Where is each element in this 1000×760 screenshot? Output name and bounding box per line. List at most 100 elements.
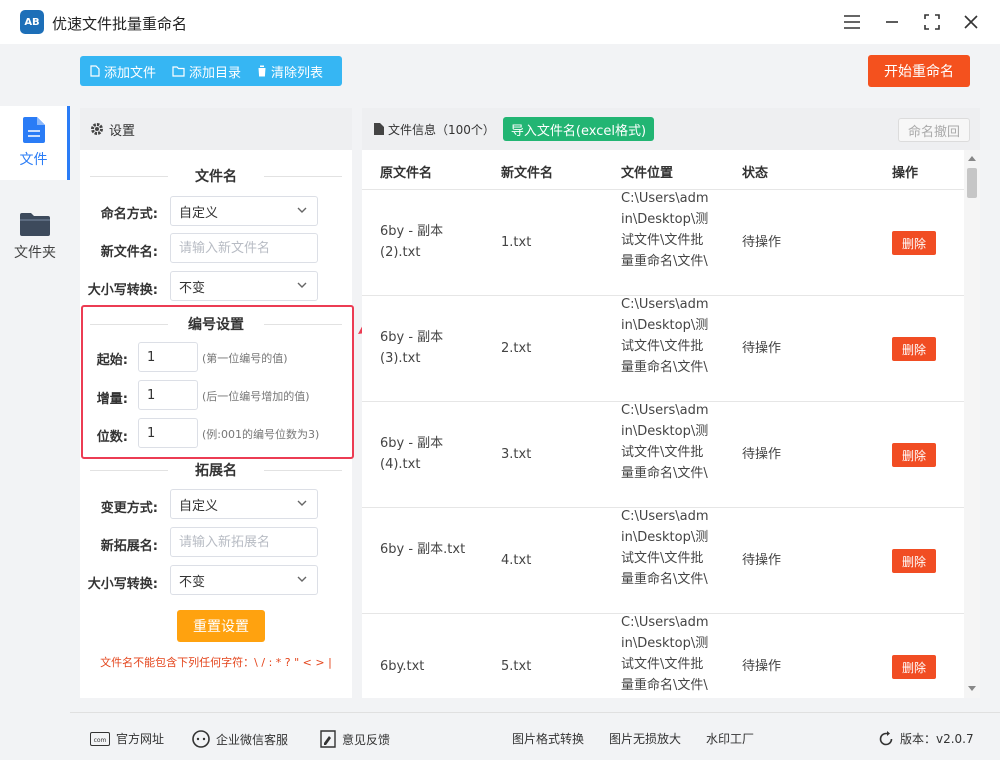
file-icon: [22, 117, 45, 143]
delete-button[interactable]: 删除: [892, 443, 936, 467]
image-lossless-enlarge-link[interactable]: 图片无损放大: [609, 730, 681, 747]
new-filename-label: 新文件名:: [100, 245, 158, 260]
file-add-icon: [90, 65, 100, 77]
start-rename-button[interactable]: 开始重命名: [868, 55, 970, 87]
nav-item-file[interactable]: 文件: [0, 106, 70, 180]
cell-location: C:\Users\admin\Desktop\测试文件\文件批量重命名\文件\: [621, 509, 709, 587]
footer: com 官方网址 企业微信客服 意见反馈 图片格式转换 图片无损放大 水印工厂 …: [70, 712, 1000, 760]
table-row: 6by.txt 5.txt C:\Users\admin\Desktop\测试文…: [362, 614, 964, 698]
image-format-convert-link[interactable]: 图片格式转换: [512, 730, 584, 747]
add-file-button[interactable]: 添加文件: [90, 62, 156, 81]
table-row: 6by - 副本 (4).txt 3.txt C:\Users\admin\De…: [362, 402, 964, 508]
delete-button[interactable]: 删除: [892, 231, 936, 255]
feedback-link[interactable]: 意见反馈: [320, 730, 390, 748]
reset-settings-button[interactable]: 重置设置: [177, 610, 265, 642]
table-row: 6by - 副本.txt 4.txt C:\Users\admin\Deskto…: [362, 508, 964, 614]
col-action: 操作: [892, 166, 919, 181]
scroll-thumb[interactable]: [967, 168, 977, 198]
official-website-link[interactable]: com 官方网址: [90, 730, 164, 747]
title-bar: AB 优速文件批量重命名: [0, 0, 1000, 44]
scroll-up-arrow[interactable]: [968, 156, 976, 161]
numbering-highlight-box: [81, 305, 354, 459]
chevron-down-icon: [297, 282, 307, 288]
file-list-header: 文件信息（100个） 导入文件名(excel格式) 命名撤回: [362, 108, 980, 150]
cell-new-name: 3.txt: [501, 447, 532, 462]
file-info-label: 文件信息（100个）: [388, 122, 495, 137]
minimize-icon[interactable]: [880, 10, 904, 34]
cell-status: 待操作: [742, 659, 782, 674]
cell-status: 待操作: [742, 553, 782, 568]
cell-status: 待操作: [742, 447, 782, 462]
new-filename-input[interactable]: [170, 233, 318, 263]
maximize-icon[interactable]: [920, 10, 944, 34]
file-list-panel: 文件信息（100个） 导入文件名(excel格式) 命名撤回 原文件名 新文件名…: [362, 108, 980, 698]
delete-button[interactable]: 删除: [892, 655, 936, 679]
trash-icon: [257, 65, 268, 77]
delete-button[interactable]: 删除: [892, 549, 936, 573]
filename-section-title: 文件名: [80, 166, 352, 186]
filename-case-select[interactable]: 不变: [170, 271, 318, 301]
settings-header: 设置: [80, 108, 352, 150]
gear-icon: [91, 123, 103, 135]
cell-new-name: 1.txt: [501, 235, 532, 250]
col-original-name: 原文件名: [380, 166, 433, 181]
chat-icon: [192, 730, 210, 748]
extension-case-select[interactable]: 不变: [170, 565, 318, 595]
folder-icon: [20, 213, 50, 236]
nav-item-folder[interactable]: 文件夹: [0, 200, 70, 274]
cell-location: C:\Users\admin\Desktop\测试文件\文件批量重命名\文件\: [621, 403, 709, 481]
toolbar: 添加文件 添加目录 清除列表: [80, 56, 342, 86]
naming-mode-select[interactable]: 自定义: [170, 196, 318, 226]
cell-original-name: 6by.txt: [380, 659, 425, 674]
cell-status: 待操作: [742, 235, 782, 250]
extension-mode-label: 变更方式:: [100, 501, 158, 516]
refresh-icon: [879, 730, 893, 745]
extension-mode-select[interactable]: 自定义: [170, 489, 318, 519]
app-logo: AB: [20, 10, 44, 34]
app-title: 优速文件批量重命名: [52, 15, 188, 33]
col-new-name: 新文件名: [501, 166, 554, 181]
new-extension-label: 新拓展名:: [100, 539, 158, 554]
menu-icon[interactable]: [840, 10, 864, 34]
clear-list-button[interactable]: 清除列表: [257, 62, 323, 81]
delete-button[interactable]: 删除: [892, 337, 936, 361]
close-icon[interactable]: [959, 10, 983, 34]
cell-status: 待操作: [742, 341, 782, 356]
invalid-chars-warning: 文件名不能包含下列任何字符：\ / : * ? " < > |: [100, 656, 332, 669]
chevron-down-icon: [297, 207, 307, 213]
col-location: 文件位置: [621, 166, 674, 181]
folder-add-icon: [172, 65, 185, 77]
cell-location: C:\Users\admin\Desktop\测试文件\文件批量重命名\文件\: [621, 191, 709, 269]
add-directory-button[interactable]: 添加目录: [172, 62, 241, 81]
extension-case-label: 大小写转换:: [87, 577, 158, 592]
chevron-down-icon: [297, 500, 307, 506]
table-header: 原文件名 新文件名 文件位置 状态 操作: [362, 150, 964, 190]
vertical-scrollbar[interactable]: [964, 150, 980, 698]
chevron-down-icon: [297, 576, 307, 582]
svg-text:com: com: [94, 737, 107, 744]
cell-original-name: 6by - 副本 (4).txt: [380, 436, 444, 472]
undo-rename-button[interactable]: 命名撤回: [898, 118, 970, 142]
filename-case-label: 大小写转换:: [87, 283, 158, 298]
cell-original-name: 6by - 副本 (2).txt: [380, 224, 444, 260]
wechat-support-link[interactable]: 企业微信客服: [192, 730, 288, 748]
table-row: 6by - 副本 (3).txt 2.txt C:\Users\admin\De…: [362, 296, 964, 402]
naming-mode-label: 命名方式:: [100, 207, 158, 222]
cell-original-name: 6by - 副本 (3).txt: [380, 330, 444, 366]
scroll-down-arrow[interactable]: [968, 686, 976, 691]
version-info[interactable]: 版本：v2.0.7: [878, 730, 974, 747]
cell-new-name: 5.txt: [501, 659, 532, 674]
document-icon: [374, 123, 384, 135]
watermark-factory-link[interactable]: 水印工厂: [706, 730, 754, 747]
table-row: 6by - 副本 (2).txt 1.txt C:\Users\admin\De…: [362, 190, 964, 296]
extension-section-title: 拓展名: [80, 460, 352, 480]
cell-new-name: 2.txt: [501, 341, 532, 356]
import-filenames-button[interactable]: 导入文件名(excel格式): [502, 117, 655, 141]
new-extension-input[interactable]: [170, 527, 318, 557]
cell-original-name: 6by - 副本.txt: [380, 542, 466, 557]
left-nav: 文件 文件夹: [0, 44, 70, 760]
website-icon: com: [90, 731, 110, 746]
col-status: 状态: [742, 166, 769, 181]
nav-label-folder: 文件夹: [14, 245, 56, 261]
cell-location: C:\Users\admin\Desktop\测试文件\文件批量重命名\文件\: [621, 297, 709, 375]
